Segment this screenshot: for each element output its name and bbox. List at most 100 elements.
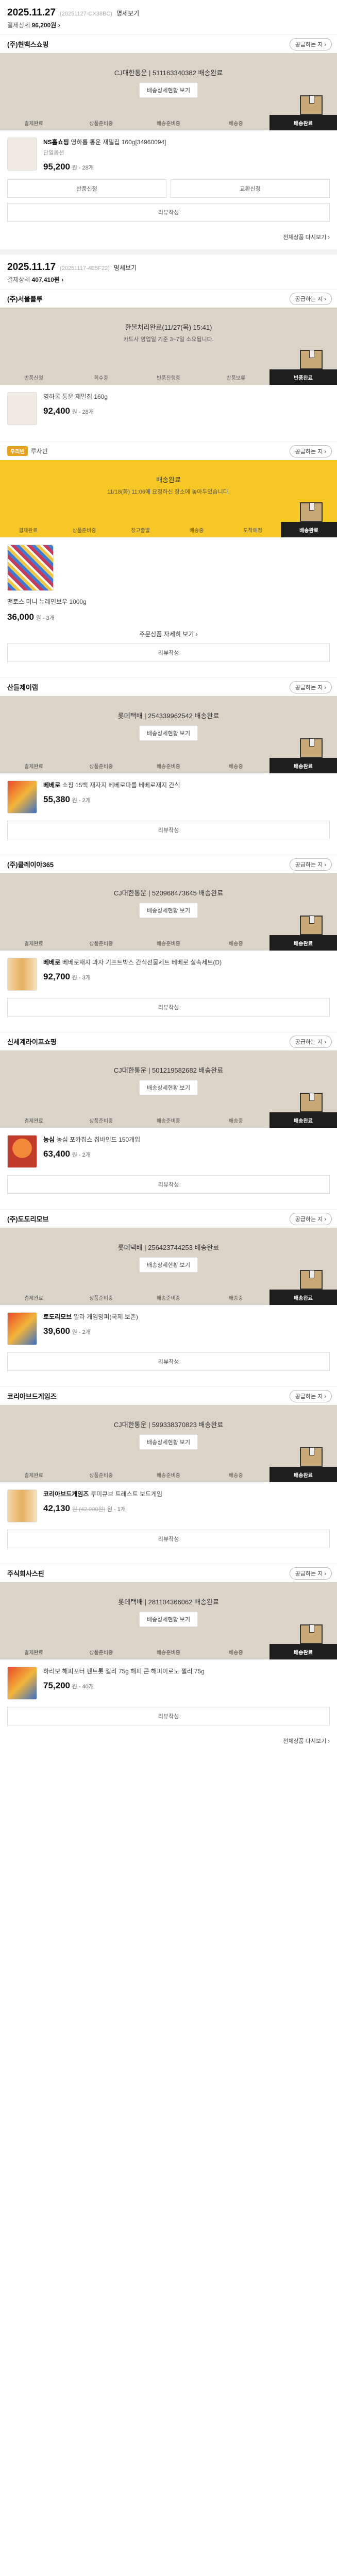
- seller-link-button[interactable]: 공급하는 지 ›: [289, 1212, 332, 1225]
- order-item[interactable]: 베베로 베베로재지 과자 기프트박스 간식선물세트 베베로 실속세트(D) 92…: [0, 951, 337, 998]
- shipping-banner: 배송완료 11/18(화) 11:06에 요청하신 장소에 놓아두었습니다. 결…: [0, 460, 337, 537]
- price-value: 95,200: [43, 162, 70, 172]
- product-thumbnail: [7, 1489, 37, 1522]
- seller-link-button[interactable]: 공급하는 지 ›: [289, 38, 332, 50]
- shipping-status: CJ대한통운 | 599338370823 배송완료: [113, 1421, 224, 1429]
- seller-name: 주식회사스핀: [7, 1570, 44, 1578]
- product-thumbnail: [7, 781, 37, 814]
- item-title: 알라 게임밍퍼(국제 보존): [73, 1313, 138, 1320]
- order-item[interactable]: 맨토스 미니 뉴레인보우 1000g 36,000 원 - 3개: [0, 537, 337, 630]
- step: 결제완료: [24, 1472, 43, 1479]
- seller-link-label: 공급하는 지 ›: [295, 1570, 326, 1577]
- review-button[interactable]: 리뷰작성: [7, 1707, 330, 1725]
- item-title: 영하롬 통운 재밀칩 160g: [43, 393, 108, 400]
- tracking-button[interactable]: 배송상세현황 보기: [139, 1080, 198, 1095]
- product-thumbnail: [7, 1667, 37, 1700]
- seller-link-button[interactable]: 공급하는 지 ›: [289, 1567, 332, 1580]
- order-item[interactable]: 영하롬 통운 재밀칩 160g 92,400 원 - 28개: [0, 385, 337, 432]
- progress-steps: 결제완료 상품준비중 배송준비중 배송중 배송완료: [0, 1644, 337, 1659]
- order-item[interactable]: 토도리모브 알라 게임밍퍼(국제 보존) 39,600 원 - 2개: [0, 1305, 337, 1352]
- order-group-1: 2025.11.27 (20251127-CX38BC) 명세보기 결제상세 9…: [0, 0, 337, 249]
- shipping-status: 롯데택배 | 254339962542 배송완료: [117, 712, 220, 720]
- item-title: 하리보 해피포터 펜트롯 젤리 75g 해피 콘 해피이로노 젤리 75g: [43, 1668, 205, 1675]
- order-header: 2025.11.17 (20251117-4E5F22) 명세보기: [0, 255, 337, 275]
- order-paid[interactable]: 결제상세 407,410원 ›: [0, 275, 337, 289]
- detail-link[interactable]: 전체상품 다시보기 ›: [0, 228, 337, 249]
- seller-link-button[interactable]: 공급하는 지 ›: [289, 858, 332, 871]
- tracking-button[interactable]: 배송상세현황 보기: [139, 903, 198, 918]
- order-item[interactable]: 하리보 해피포터 펜트롯 젤리 75g 해피 콘 해피이로노 젤리 75g 75…: [0, 1659, 337, 1707]
- tracking-button[interactable]: 배송상세현황 보기: [139, 1257, 198, 1273]
- seller-link-button[interactable]: 공급하는 지 ›: [289, 681, 332, 693]
- seller-row: (주)현백스쇼핑 공급하는 지 ›: [0, 35, 337, 53]
- item-price: 55,380 원 - 2개: [43, 794, 180, 805]
- order-group-2: 2025.11.17 (20251117-4E5F22) 명세보기 결제상세 4…: [0, 255, 337, 1753]
- review-button[interactable]: 리뷰작성: [7, 1352, 330, 1371]
- item-price: 63,400 원 - 2개: [43, 1149, 140, 1159]
- review-button[interactable]: 리뷰작성: [7, 998, 330, 1016]
- review-button[interactable]: 리뷰작성: [7, 1175, 330, 1194]
- seller-link-label: 공급하는 지 ›: [295, 684, 326, 691]
- step: 배송준비중: [156, 121, 180, 127]
- item-option: 단일옵션: [43, 150, 64, 156]
- item-title: 베베로재지 과자 기프트박스 간식선물세트 베베로 실속세트(D): [62, 959, 222, 966]
- seller-name: 신세계라이프쇼핑: [7, 1038, 57, 1046]
- refund-note: 카드사 영업일 기준 3~7일 소요됩니다.: [123, 336, 214, 343]
- price-unit: 원 - 2개: [72, 1329, 91, 1335]
- order-item[interactable]: 코리아브드게임즈 루미큐브 트레스트 보드게임 42,130 원 (42,900원…: [0, 1482, 337, 1530]
- paid-label: 결제상세: [7, 22, 30, 29]
- step: 상품준비중: [89, 1295, 113, 1301]
- order-number: (20251127-CX38BC): [60, 11, 112, 17]
- review-button[interactable]: 리뷰작성: [7, 1530, 330, 1548]
- price-value: 39,600: [43, 1326, 70, 1336]
- item-brand: 농심: [43, 1136, 55, 1143]
- detail-link[interactable]: 전체상품 다시보기 ›: [0, 1732, 337, 1753]
- order-header: 2025.11.27 (20251127-CX38BC) 명세보기: [0, 0, 337, 21]
- parcel-box-icon: [300, 1624, 323, 1644]
- shipping-status: CJ대한통운 | 511163340382 배송완료: [114, 69, 223, 77]
- tracking-button[interactable]: 배송상세현황 보기: [139, 82, 198, 98]
- seller-badge: 우리빈: [7, 446, 28, 456]
- seller-row: 산들제이랩 공급하는 지 ›: [0, 677, 337, 696]
- order-item[interactable]: NS홈쇼핑 영하롬 통운 재밀칩 160g[34960094] 단일옵션 95,…: [0, 130, 337, 179]
- price-unit: 원 - 2개: [72, 1152, 91, 1158]
- tracking-button[interactable]: 배송상세현황 보기: [139, 1612, 198, 1627]
- product-thumbnail: [7, 1312, 37, 1345]
- price-unit: 원 - 28개: [72, 409, 94, 415]
- order-item[interactable]: 농심 농심 포카칩스 칩바인드 150개입 63,400 원 - 2개: [0, 1128, 337, 1175]
- tracking-button[interactable]: 배송상세현황 보기: [139, 1434, 198, 1450]
- order-detail-link[interactable]: 명세보기: [116, 9, 139, 18]
- shipping-banner: 롯데택배 | 254339962542 배송완료 배송상세현황 보기 결제완료 …: [0, 696, 337, 773]
- step: 창고출발: [131, 528, 150, 534]
- order-detail-link[interactable]: 명세보기: [114, 263, 137, 272]
- seller-link-button[interactable]: 공급하는 지 ›: [289, 445, 332, 457]
- order-paid[interactable]: 결제상세 96,200원 ›: [0, 21, 337, 35]
- exchange-button[interactable]: 교환신청: [171, 179, 330, 198]
- seller-link-button[interactable]: 공급하는 지 ›: [289, 292, 332, 305]
- seller-row: (주)도도리모브 공급하는 지 ›: [0, 1209, 337, 1228]
- tracking-button[interactable]: 배송상세현황 보기: [139, 725, 198, 741]
- order-detail-more[interactable]: 주문상품 자세히 보기 ›: [0, 630, 337, 638]
- seller-row: 우리빈 루사빈 공급하는 지 ›: [0, 442, 337, 460]
- item-actions: 반품신청 교환신청: [0, 179, 337, 203]
- step: 배송중: [228, 1118, 243, 1124]
- step-active: 반품완료: [269, 369, 337, 385]
- parcel-box-icon: [300, 738, 323, 758]
- price-unit: 원 - 1개: [107, 1506, 126, 1513]
- review-button[interactable]: 리뷰작성: [7, 821, 330, 839]
- parcel-box-icon: [300, 350, 323, 369]
- price-unit: 원 - 2개: [72, 798, 91, 804]
- shipping-banner: 롯데택배 | 281104366062 배송완료 배송상세현황 보기 결제완료 …: [0, 1582, 337, 1659]
- seller-link-button[interactable]: 공급하는 지 ›: [289, 1389, 332, 1402]
- seller-link-button[interactable]: 공급하는 지 ›: [289, 1035, 332, 1048]
- return-button[interactable]: 반품신청: [7, 179, 166, 198]
- order-item[interactable]: 베베로 쇼핑 15백 재자지 베베로파를 베베로재지 간식 55,380 원 -…: [0, 773, 337, 821]
- review-button[interactable]: 리뷰작성: [7, 203, 330, 222]
- step: 상품준비중: [72, 528, 96, 534]
- review-button[interactable]: 리뷰작성: [7, 643, 330, 662]
